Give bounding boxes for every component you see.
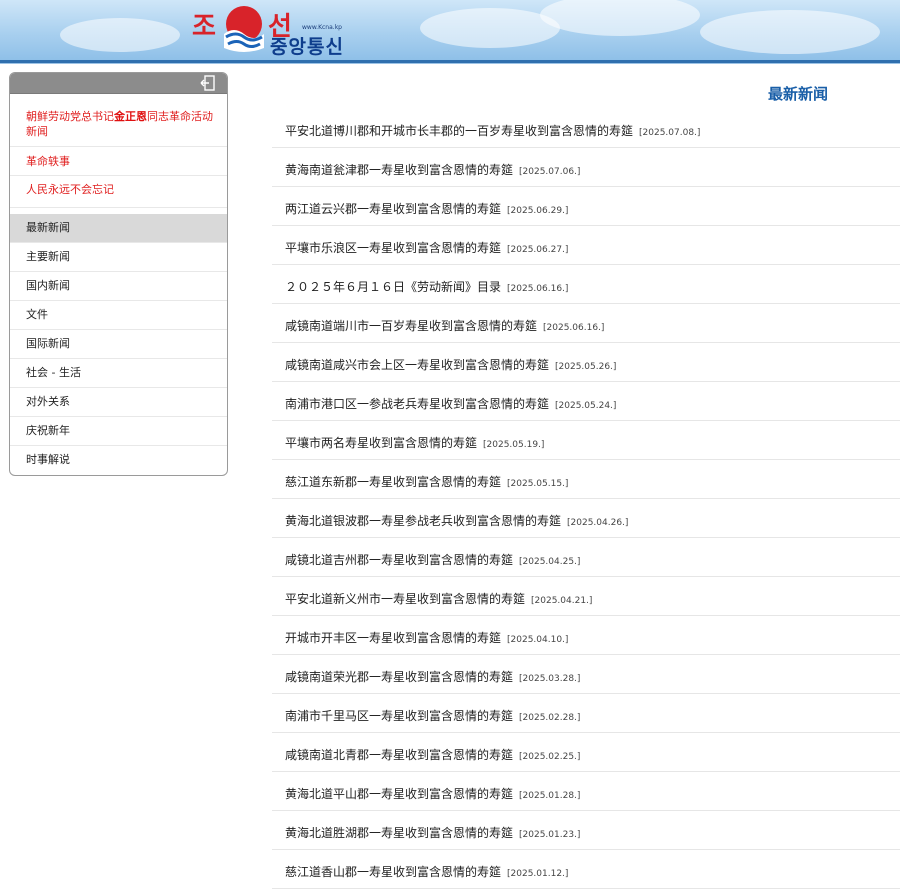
- news-title-link[interactable]: 平安北道新义州市一寿星收到富含恩情的寿筵: [285, 592, 525, 606]
- news-title-link[interactable]: 咸镜南道咸兴市会上区一寿星收到富含恩情的寿筵: [285, 358, 549, 372]
- news-date: [2025.01.23.]: [519, 830, 581, 840]
- news-title-link[interactable]: 开城市开丰区一寿星收到富含恩情的寿筵: [285, 631, 501, 645]
- news-date: [2025.06.16.]: [543, 323, 605, 333]
- news-date: [2025.02.25.]: [519, 752, 581, 762]
- news-item[interactable]: 黄海北道银波郡一寿星参战老兵收到富含恩情的寿筵 [2025.04.26.]: [272, 500, 900, 538]
- news-item[interactable]: 慈江道香山郡一寿星收到富含恩情的寿筵 [2025.01.12.]: [272, 851, 900, 889]
- news-item[interactable]: 黄海南道瓮津郡一寿星收到富含恩情的寿筵 [2025.07.06.]: [272, 149, 900, 187]
- news-item[interactable]: 平安北道博川郡和开城市长丰郡的一百岁寿星收到富含恩情的寿筵 [2025.07.08…: [272, 110, 900, 148]
- news-title-link[interactable]: 咸镜南道北青郡一寿星收到富含恩情的寿筵: [285, 748, 513, 762]
- news-date: [2025.05.19.]: [483, 440, 545, 450]
- news-item[interactable]: 黄海北道平山郡一寿星收到富含恩情的寿筵 [2025.01.28.]: [272, 773, 900, 811]
- sidebar-item-prefix: 朝鲜劳动党总书记: [26, 110, 114, 123]
- sidebar-topbar: [10, 73, 227, 94]
- news-title-link[interactable]: 咸镜南道荣光郡一寿星收到富含恩情的寿筵: [285, 670, 513, 684]
- news-title-link[interactable]: 慈江道东新郡一寿星收到富含恩情的寿筵: [285, 475, 501, 489]
- sidebar-item-commentary[interactable]: 时事解说: [10, 446, 227, 474]
- sidebar-item-kim-jong-un-news[interactable]: 朝鲜劳动党总书记金正恩同志革命活动新闻: [10, 94, 227, 147]
- header-cloud: [700, 10, 880, 54]
- news-date: [2025.06.29.]: [507, 206, 569, 216]
- news-date: [2025.05.24.]: [555, 401, 617, 411]
- news-title-link[interactable]: 平壤市两名寿星收到富含恩情的寿筵: [285, 436, 477, 450]
- news-list: 平安北道博川郡和开城市长丰郡的一百岁寿星收到富含恩情的寿筵 [2025.07.08…: [272, 110, 900, 890]
- sidebar-item-major-news[interactable]: 主要新闻: [10, 243, 227, 272]
- news-title-link[interactable]: 黄海北道银波郡一寿星参战老兵收到富含恩情的寿筵: [285, 514, 561, 528]
- sidebar-item-revolutionary-anecdotes[interactable]: 革命轶事: [10, 147, 227, 176]
- news-item[interactable]: 南浦市千里马区一寿星收到富含恩情的寿筵 [2025.02.28.]: [272, 695, 900, 733]
- news-title-link[interactable]: 平安北道博川郡和开城市长丰郡的一百岁寿星收到富含恩情的寿筵: [285, 124, 633, 138]
- news-date: [2025.05.15.]: [507, 479, 569, 489]
- sidebar-item-international-news[interactable]: 国际新闻: [10, 330, 227, 359]
- news-date: [2025.04.21.]: [531, 596, 593, 606]
- news-title-link[interactable]: ２０２５年６月１６日《劳动新闻》目录: [285, 280, 501, 294]
- page-title: 最新新闻: [768, 85, 829, 103]
- news-date: [2025.01.28.]: [519, 791, 581, 801]
- header-cloud: [60, 18, 180, 52]
- news-item[interactable]: 咸镜南道咸兴市会上区一寿星收到富含恩情的寿筵 [2025.05.26.]: [272, 344, 900, 382]
- news-item[interactable]: ２０２５年６月１６日《劳动新闻》目录 [2025.06.16.]: [272, 266, 900, 304]
- news-item[interactable]: 咸镜南道荣光郡一寿星收到富含恩情的寿筵 [2025.03.28.]: [272, 656, 900, 694]
- sidebar-item-documents[interactable]: 文件: [10, 301, 227, 330]
- news-title-link[interactable]: 黄海南道瓮津郡一寿星收到富含恩情的寿筵: [285, 163, 513, 177]
- news-date: [2025.04.26.]: [567, 518, 629, 528]
- sidebar-item-domestic-news[interactable]: 国内新闻: [10, 272, 227, 301]
- news-item[interactable]: 慈江道东新郡一寿星收到富含恩情的寿筵 [2025.05.15.]: [272, 461, 900, 499]
- news-item[interactable]: 咸镜南道端川市一百岁寿星收到富含恩情的寿筵 [2025.06.16.]: [272, 305, 900, 343]
- news-date: [2025.06.16.]: [507, 284, 569, 294]
- news-date: [2025.04.25.]: [519, 557, 581, 567]
- news-date: [2025.03.28.]: [519, 674, 581, 684]
- sidebar: 朝鲜劳动党总书记金正恩同志革命活动新闻 革命轶事 人民永远不会忘记 最新新闻 主…: [9, 72, 228, 476]
- news-item[interactable]: 开城市开丰区一寿星收到富含恩情的寿筵 [2025.04.10.]: [272, 617, 900, 655]
- exit-icon[interactable]: [199, 74, 217, 92]
- kcna-logo[interactable]: 조 선 www.Kcna.kp 중앙통신: [192, 2, 372, 58]
- news-title-link[interactable]: 咸镜北道吉州郡一寿星收到富含恩情的寿筵: [285, 553, 513, 567]
- news-title-link[interactable]: 两江道云兴郡一寿星收到富含恩情的寿筵: [285, 202, 501, 216]
- news-date: [2025.07.08.]: [639, 128, 701, 138]
- sidebar-item-people-never-forget[interactable]: 人民永远不会忘记: [10, 176, 227, 208]
- news-date: [2025.06.27.]: [507, 245, 569, 255]
- news-item[interactable]: 平壤市两名寿星收到富含恩情的寿筵 [2025.05.19.]: [272, 422, 900, 460]
- news-date: [2025.05.26.]: [555, 362, 617, 372]
- news-date: [2025.02.28.]: [519, 713, 581, 723]
- logo-red-left: 조: [192, 12, 216, 42]
- logo-url: www.Kcna.kp: [302, 24, 342, 31]
- news-title-link[interactable]: 黄海北道平山郡一寿星收到富含恩情的寿筵: [285, 787, 513, 801]
- news-item[interactable]: 平安北道新义州市一寿星收到富含恩情的寿筵 [2025.04.21.]: [272, 578, 900, 616]
- news-item[interactable]: 咸镜南道北青郡一寿星收到富含恩情的寿筵 [2025.02.25.]: [272, 734, 900, 772]
- news-title-link[interactable]: 咸镜南道端川市一百岁寿星收到富含恩情的寿筵: [285, 319, 537, 333]
- news-title-link[interactable]: 平壤市乐浪区一寿星收到富含恩情的寿筵: [285, 241, 501, 255]
- news-item[interactable]: 黄海北道胜湖郡一寿星收到富含恩情的寿筵 [2025.01.23.]: [272, 812, 900, 850]
- news-title-link[interactable]: 南浦市千里马区一寿星收到富含恩情的寿筵: [285, 709, 513, 723]
- news-item[interactable]: 两江道云兴郡一寿星收到富含恩情的寿筵 [2025.06.29.]: [272, 188, 900, 226]
- news-item[interactable]: 平壤市乐浪区一寿星收到富含恩情的寿筵 [2025.06.27.]: [272, 227, 900, 265]
- sidebar-item-new-year[interactable]: 庆祝新年: [10, 417, 227, 446]
- news-title-link[interactable]: 黄海北道胜湖郡一寿星收到富含恩情的寿筵: [285, 826, 513, 840]
- header-cloud: [420, 8, 560, 48]
- site-header: 조 선 www.Kcna.kp 중앙통신: [0, 0, 900, 60]
- news-date: [2025.04.10.]: [507, 635, 569, 645]
- sidebar-item-society-life[interactable]: 社会 - 生活: [10, 359, 227, 388]
- header-divider-light: [0, 63, 900, 64]
- news-date: [2025.07.06.]: [519, 167, 581, 177]
- sidebar-item-highlight: 金正恩: [114, 110, 147, 123]
- news-title-link[interactable]: 慈江道香山郡一寿星收到富含恩情的寿筵: [285, 865, 501, 879]
- sidebar-item-latest-news[interactable]: 最新新闻: [10, 214, 227, 243]
- news-item[interactable]: 咸镜北道吉州郡一寿星收到富含恩情的寿筵 [2025.04.25.]: [272, 539, 900, 577]
- sidebar-item-foreign-relations[interactable]: 对外关系: [10, 388, 227, 417]
- news-title-link[interactable]: 南浦市港口区一参战老兵寿星收到富含恩情的寿筵: [285, 397, 549, 411]
- header-cloud: [540, 0, 700, 36]
- logo-blue-text: 중앙통신: [270, 36, 344, 58]
- news-item[interactable]: 南浦市港口区一参战老兵寿星收到富含恩情的寿筵 [2025.05.24.]: [272, 383, 900, 421]
- sun-wave-emblem-icon: [224, 6, 264, 52]
